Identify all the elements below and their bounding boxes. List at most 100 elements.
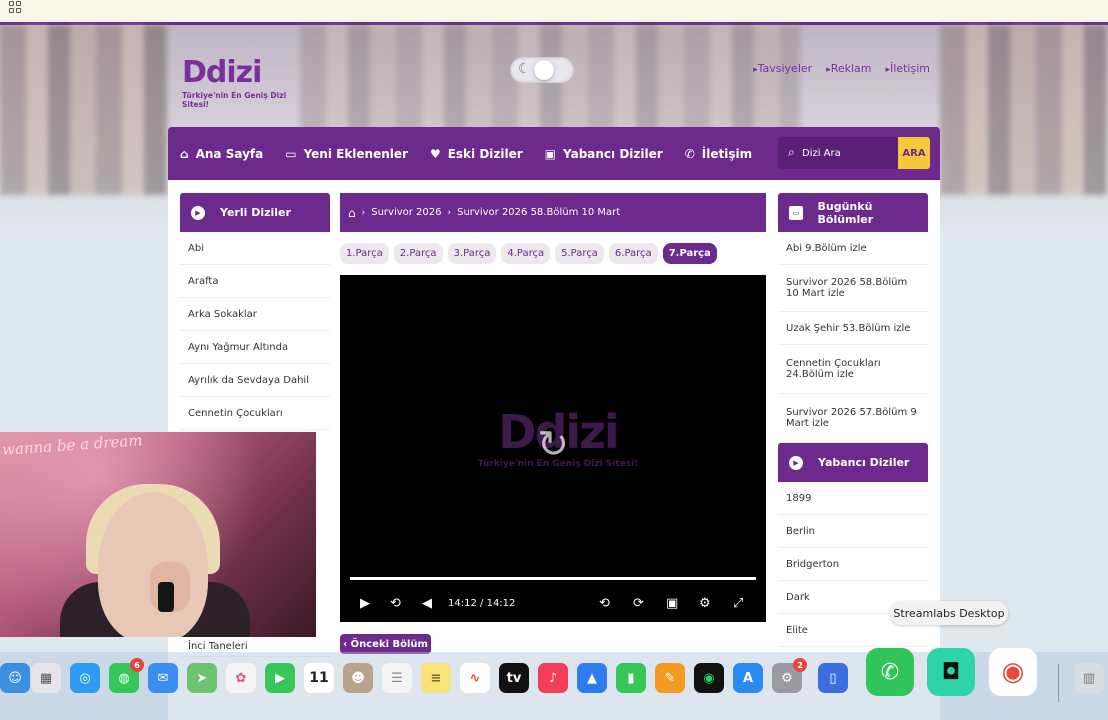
site-logo[interactable]: Ddizi Türkiye'nin En Geniş Dizi Sitesi! <box>182 57 312 110</box>
part-selector: 1.Parça 2.Parça 3.Parça 4.Parça 5.Parça … <box>340 243 717 264</box>
contacts-icon[interactable]: ☻ <box>343 663 373 693</box>
progress-fill <box>350 577 756 580</box>
fullscreen-icon[interactable]: ⤢ <box>733 596 743 611</box>
link-tavsiyeler[interactable]: Tavsiyeler <box>753 62 813 75</box>
trash-icon[interactable]: ▥ <box>1074 663 1104 693</box>
duration: 14:12 <box>486 598 516 609</box>
maps-icon[interactable]: ➤ <box>187 663 217 693</box>
calendar-icon[interactable]: 11 <box>304 663 334 693</box>
sidebar-item-arafta[interactable]: Arafta <box>180 265 330 298</box>
nav-yabanci-diziler[interactable]: ▣ Yabancı Diziler <box>545 147 663 161</box>
foreign-item[interactable]: Berlin <box>778 515 928 548</box>
whatsapp-icon[interactable]: ✆ <box>866 648 914 696</box>
sidebar-item-ayrilik-da-sevdaya-dahil[interactable]: Ayrılık da Sevdaya Dahil <box>180 364 330 397</box>
forward-15-icon[interactable]: ⟳ <box>633 596 644 611</box>
site-header: Ddizi Türkiye'nin En Geniş Dizi Sitesi! … <box>168 25 940 127</box>
part-button-1[interactable]: 1.Parça <box>340 243 389 264</box>
freeform-icon[interactable]: ∿ <box>460 663 490 693</box>
nav-iletisim[interactable]: ✆ İletişim <box>685 147 752 161</box>
previous-episode-button[interactable]: ‹ Önceki Bölüm <box>340 634 431 654</box>
chrome-icon[interactable]: ◉ <box>989 648 1037 696</box>
nav-ana-sayfa[interactable]: ⌂ Ana Sayfa <box>180 147 263 161</box>
search-box: ⌕ ARA <box>778 137 930 169</box>
launchpad-icon[interactable]: ▦ <box>31 663 61 693</box>
player-controls: ▶ ⟲ ◀ 14:12 / 14:12 ⟲ ⟳ ▣ ⚙ ⤢ <box>340 590 766 618</box>
left-sidebar-title: Yerli Diziler <box>220 206 291 219</box>
progress-bar[interactable] <box>350 577 756 580</box>
search-input[interactable] <box>802 137 896 169</box>
monitor-icon: ▭ <box>285 146 297 161</box>
play-icon[interactable]: ▶ <box>360 596 370 611</box>
nav-label: Yabancı Diziler <box>563 146 663 161</box>
spotify-icon[interactable]: ◉ <box>694 663 724 693</box>
safari-icon[interactable]: ◎ <box>70 663 100 693</box>
volume-icon[interactable]: ◀ <box>422 596 432 611</box>
foreign-item[interactable]: 1899 <box>778 482 928 515</box>
webcam-overlay: wanna be a dream <box>0 432 316 637</box>
replay-icon[interactable]: ↻ <box>532 423 574 465</box>
today-item[interactable]: Cennetin Çocukları 24.Bölüm izle <box>778 345 928 394</box>
photos-icon[interactable]: ✿ <box>226 663 256 693</box>
phone-icon: ✆ <box>684 146 695 161</box>
foreign-item[interactable]: Bridgerton <box>778 548 928 581</box>
system-settings-icon[interactable]: ⚙ 2 <box>772 658 807 693</box>
nav-yeni-eklenenler[interactable]: ▭ Yeni Eklenenler <box>285 147 408 161</box>
part-button-4[interactable]: 4.Parça <box>501 243 551 264</box>
system-settings-badge: 2 <box>793 658 807 672</box>
nav-eski-diziler[interactable]: ♥ Eski Diziler <box>430 147 523 161</box>
dark-mode-toggle[interactable]: ☾ <box>510 57 574 83</box>
today-item[interactable]: Survivor 2026 57.Bölüm 9 Mart izle <box>778 394 928 443</box>
today-item[interactable]: Abi 9.Bölüm izle <box>778 232 928 265</box>
moon-icon: ☾ <box>518 61 531 77</box>
apple-tv-icon[interactable]: tv <box>499 663 529 693</box>
music-icon[interactable]: ♪ <box>538 663 568 693</box>
streamlabs-icon[interactable]: ◘ <box>927 648 975 696</box>
pip-icon[interactable]: ▣ <box>666 596 678 611</box>
part-button-5[interactable]: 5.Parça <box>555 243 604 264</box>
settings-icon[interactable]: ⚙ <box>699 596 711 611</box>
sidebar-item-abi[interactable]: Abi <box>180 232 330 265</box>
calendar-day: 11 <box>309 670 329 686</box>
search-button[interactable]: ARA <box>898 137 930 169</box>
part-button-6[interactable]: 6.Parça <box>608 243 658 264</box>
background-cast-image-right <box>940 25 1108 195</box>
today-item[interactable]: Survivor 2026 58.Bölüm 10 Mart izle <box>778 265 928 312</box>
link-reklam[interactable]: Reklam <box>826 62 872 75</box>
sidebar-item-arka-sokaklar[interactable]: Arka Sokaklar <box>180 298 330 331</box>
background-cast-image-left <box>0 25 168 195</box>
replay-10-icon[interactable]: ⟲ <box>390 596 401 611</box>
link-iletisim[interactable]: İletişim <box>886 62 930 75</box>
current-time: 14:12 <box>448 598 477 609</box>
messages-badge: 6 <box>130 658 144 672</box>
mail-icon[interactable]: ✉ <box>148 663 178 693</box>
video-icon: ▣ <box>544 146 557 161</box>
nav-label: Eski Diziler <box>447 146 523 161</box>
app-store-icon[interactable]: A <box>733 663 763 693</box>
video-player[interactable]: Ddizi Türkiye'nin En Geniş Dizi Sitesi! … <box>340 275 766 622</box>
home-icon[interactable]: ⌂ <box>348 206 356 220</box>
grid-icon[interactable] <box>9 1 21 13</box>
part-button-3[interactable]: 3.Parça <box>447 243 497 264</box>
part-button-2[interactable]: 2.Parça <box>393 243 443 264</box>
finder-icon[interactable]: ☺ <box>0 663 30 693</box>
notes-icon[interactable]: ≡ <box>421 663 451 693</box>
facetime-icon[interactable]: ▶ <box>265 663 295 693</box>
chevron-right-icon: › <box>361 207 366 218</box>
messages-icon[interactable]: ◍ 6 <box>109 658 144 693</box>
reminders-icon[interactable]: ☰ <box>382 663 412 693</box>
rewind-15-icon[interactable]: ⟲ <box>599 596 610 611</box>
part-button-7-active[interactable]: 7.Parça <box>662 243 717 264</box>
iphone-mirroring-icon[interactable]: ▯ <box>818 663 848 693</box>
breadcrumb: ⌂ › Survivor 2026 › Survivor 2026 58.Böl… <box>340 193 766 232</box>
breadcrumb-series[interactable]: Survivor 2026 <box>371 207 441 218</box>
pages-icon[interactable]: ✎ <box>655 663 685 693</box>
chevron-right-icon: › <box>447 207 452 218</box>
keynote-icon[interactable]: ▲ <box>577 663 607 693</box>
today-item[interactable]: Uzak Şehir 53.Bölüm izle <box>778 312 928 345</box>
sidebar-item-cennetin-cocuklari[interactable]: Cennetin Çocukları <box>180 397 330 430</box>
numbers-icon[interactable]: ▮ <box>616 663 646 693</box>
today-title: Bugünkü Bölümler <box>817 199 874 226</box>
play-circle-icon: ▶ <box>789 455 803 470</box>
sidebar-item-ayni-yagmur-altinda[interactable]: Aynı Yağmur Altında <box>180 331 330 364</box>
logo-tagline: Türkiye'nin En Geniş Dizi Sitesi! <box>182 91 287 109</box>
